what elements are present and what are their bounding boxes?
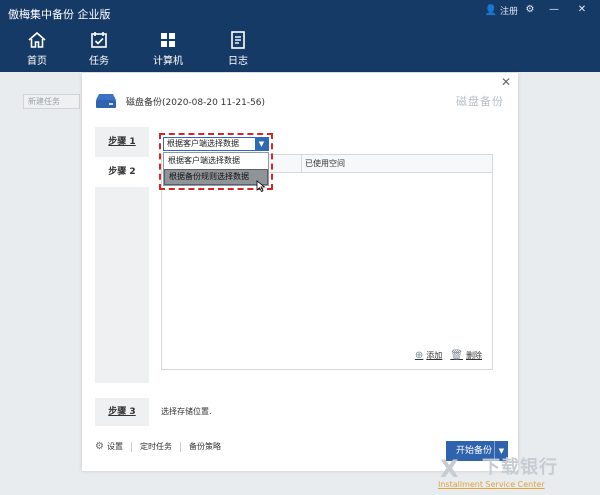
close-window-icon[interactable]: ✕ xyxy=(574,3,590,17)
dropdown-option[interactable]: 根据客户端选择数据 xyxy=(164,153,268,169)
delete-button[interactable]: 🗑 删除 xyxy=(450,350,482,361)
dropdown-list: 根据客户端选择数据 根据备份规则选择数据 xyxy=(163,152,269,186)
user-register[interactable]: 👤 注册 xyxy=(485,4,518,17)
log-icon xyxy=(231,31,245,49)
schedule-button[interactable]: 定时任务 xyxy=(140,441,172,452)
title-bar: 傲梅集中备份 企业版 👤 注册 ⚙ — ✕ 首页 任务 计算机 日志 xyxy=(0,0,600,72)
minimize-icon[interactable]: — xyxy=(546,3,562,17)
step-1-tab[interactable]: 步骤 1 xyxy=(95,129,149,155)
site-name: 下载银行 xyxy=(482,457,558,478)
strategy-button[interactable]: 备份策略 xyxy=(189,441,221,452)
dropdown-option-hovered[interactable]: 根据备份规则选择数据 xyxy=(164,169,268,185)
divider xyxy=(179,441,181,452)
dialog-toolbar: ⚙ 设置 定时任务 备份策略 xyxy=(95,441,221,452)
nav-log-label: 日志 xyxy=(228,56,248,67)
nav-task[interactable]: 任务 xyxy=(68,30,130,72)
user-icon: 👤 xyxy=(484,5,497,16)
home-icon xyxy=(28,31,46,48)
trash-icon: 🗑 xyxy=(450,350,463,361)
nav-home-label: 首页 xyxy=(27,56,47,67)
highlighted-dropdown: 根据客户端选择数据 ▼ 根据客户端选择数据 根据备份规则选择数据 xyxy=(159,133,273,192)
settings-label: 设置 xyxy=(106,442,123,451)
new-task-button[interactable]: 新建任务 xyxy=(23,94,80,109)
settings-button[interactable]: ⚙ 设置 xyxy=(95,441,123,452)
register-label: 注册 xyxy=(499,7,518,17)
nav-computer[interactable]: 计算机 xyxy=(137,30,199,72)
add-button[interactable]: ⊕ 添加 xyxy=(415,350,442,361)
data-source-select[interactable]: 根据客户端选择数据 ▼ xyxy=(163,137,269,151)
column-used-space: 已使用空间 xyxy=(301,155,345,172)
mouse-cursor-icon xyxy=(256,180,266,192)
gear-icon: ⚙ xyxy=(95,441,104,452)
site-logo: X xyxy=(440,455,459,483)
settings-icon[interactable]: ⚙ xyxy=(522,3,538,17)
nav-home[interactable]: 首页 xyxy=(6,30,68,72)
dropdown-selected-value: 根据客户端选择数据 xyxy=(167,139,239,148)
site-url: Installment Service Center xyxy=(438,480,545,489)
dialog-watermark: 磁盘备份 xyxy=(456,95,504,108)
app-title: 傲梅集中备份 企业版 xyxy=(8,8,111,21)
step-2-tab[interactable]: 步骤 2 xyxy=(95,157,149,187)
nav-computer-label: 计算机 xyxy=(153,56,183,67)
step-3-description[interactable]: 选择存储位置. xyxy=(149,398,506,426)
task-icon xyxy=(91,32,107,48)
disk-backup-dialog: ✕ 磁盘备份 磁盘备份(2020-08-20 11-21-56) 步骤 1 步骤… xyxy=(82,73,518,471)
dialog-title: 磁盘备份(2020-08-20 11-21-56) xyxy=(126,98,266,108)
dialog-close-icon[interactable]: ✕ xyxy=(501,75,511,89)
site-watermark: X 下载银行 Installment Service Center xyxy=(438,453,590,493)
step-2-content: 已使用空间 ⊕ 添加 🗑 删除 根据客户端选择数据 ▼ 根据客户端选择数据 根据… xyxy=(149,127,506,383)
add-icon: ⊕ xyxy=(414,350,424,361)
steps-panel: 步骤 1 步骤 2 已使用空间 ⊕ 添加 🗑 删除 根据客户端选择数据 ▼ 根据… xyxy=(95,127,506,383)
disk-icon xyxy=(96,94,116,108)
nav-log[interactable]: 日志 xyxy=(207,30,269,72)
table-actions: ⊕ 添加 🗑 删除 xyxy=(407,350,482,361)
add-label: 添加 xyxy=(426,351,443,360)
delete-label: 删除 xyxy=(466,351,482,360)
computer-icon xyxy=(161,33,175,47)
divider xyxy=(130,441,132,452)
step-3-panel: 步骤 3 选择存储位置. xyxy=(95,398,506,426)
chevron-down-icon[interactable]: ▼ xyxy=(255,138,268,150)
nav-task-label: 任务 xyxy=(89,56,109,67)
step-3-tab[interactable]: 步骤 3 xyxy=(95,398,149,426)
